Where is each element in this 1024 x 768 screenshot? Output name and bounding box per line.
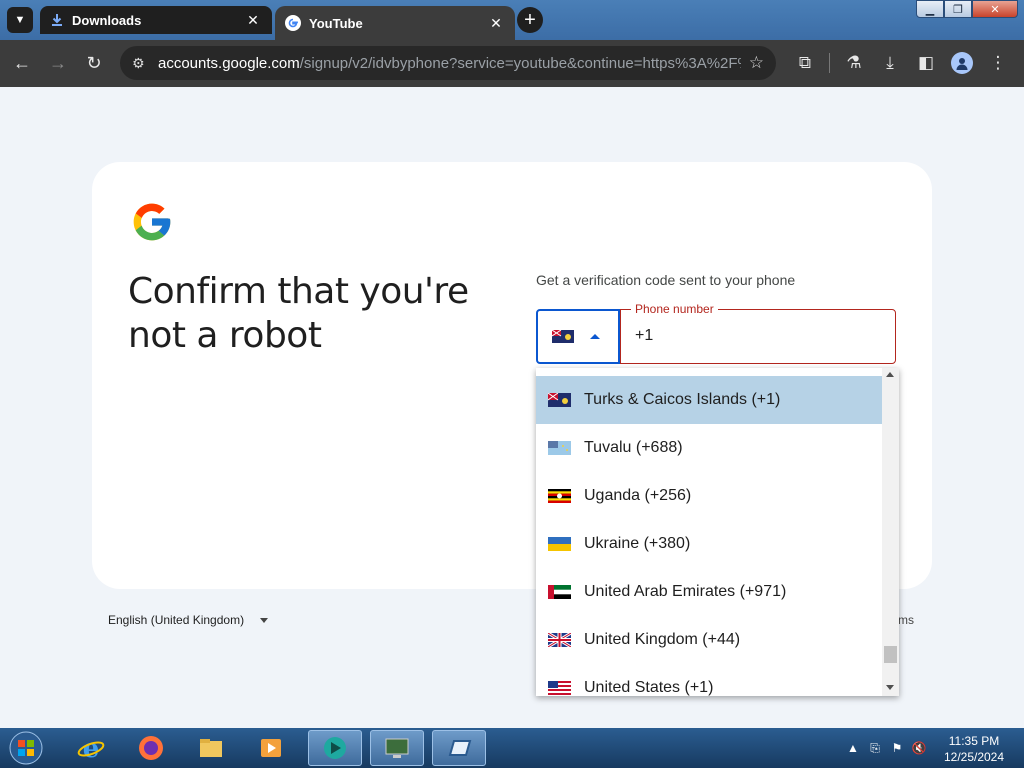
- plus-icon: +: [524, 9, 536, 31]
- close-icon[interactable]: ✕: [244, 11, 262, 29]
- country-option[interactable]: United States (+1): [536, 664, 882, 696]
- tab-title: Downloads: [72, 12, 142, 28]
- firefox-icon[interactable]: [124, 730, 178, 766]
- site-info-icon[interactable]: ⚙: [132, 55, 158, 72]
- url-text[interactable]: accounts.google.com/signup/v2/idvbyphone…: [158, 55, 741, 72]
- blue-window-app-icon[interactable]: [432, 730, 486, 766]
- tab-title: YouTube: [309, 15, 363, 31]
- window-controls: ▁ ❐ ✕: [916, 0, 1018, 20]
- toolbar-divider: [829, 53, 830, 73]
- country-option-label: United Arab Emirates (+971): [584, 583, 787, 600]
- file-explorer-icon[interactable]: [184, 730, 238, 766]
- verification-subtext: Get a verification code sent to your pho…: [536, 272, 796, 288]
- clock-time: 11:35 PM: [948, 734, 1000, 748]
- country-option-label: Tuvalu (+688): [584, 439, 683, 456]
- address-bar[interactable]: ⚙ accounts.google.com/signup/v2/idvbypho…: [120, 46, 776, 80]
- country-code-select[interactable]: [536, 309, 620, 364]
- teal-app-icon[interactable]: [308, 730, 362, 766]
- country-option[interactable]: Ukraine (+380): [536, 520, 882, 568]
- country-option-label: United States (+1): [584, 679, 714, 696]
- country-option-label: Turks & Caicos Islands (+1): [584, 391, 781, 408]
- chevron-down-icon: [260, 617, 269, 623]
- media-player-icon[interactable]: [244, 730, 298, 766]
- chevron-down-icon: ▼: [14, 14, 26, 26]
- tab-youtube[interactable]: YouTube ✕: [275, 6, 515, 40]
- scroll-up-arrow-icon[interactable]: [886, 372, 894, 377]
- uae-flag-icon: [548, 585, 571, 599]
- network-icon[interactable]: ⎘: [864, 741, 886, 756]
- svg-text:e: e: [83, 734, 100, 763]
- footer-link-terms[interactable]: ms: [898, 613, 914, 627]
- system-tray: ▲ ⎘ ⚑ 🔇: [842, 728, 930, 768]
- side-panel-icon[interactable]: ◧: [908, 46, 944, 80]
- phone-number-field[interactable]: Phone number +1: [620, 302, 896, 364]
- downloads-icon[interactable]: ⤓: [872, 46, 908, 80]
- download-icon: [52, 14, 62, 26]
- toolbar-icons: ⧉ ⚗ ⤓ ◧ ⋮: [787, 46, 1016, 80]
- country-dropdown-list[interactable]: Turks & Caicos Islands (+1) Tuvalu (+688…: [536, 368, 899, 696]
- restore-button[interactable]: ❐: [944, 0, 972, 18]
- action-center-flag-icon[interactable]: ⚑: [886, 741, 908, 755]
- google-g-icon: [285, 15, 301, 31]
- turks-caicos-flag-icon: [548, 393, 571, 407]
- country-option-label: Ukraine (+380): [584, 535, 691, 552]
- profile-button[interactable]: [944, 46, 980, 80]
- clock-date: 12/25/2024: [943, 750, 1005, 764]
- reload-icon: ↻: [86, 53, 102, 73]
- arrow-right-icon: →: [49, 53, 67, 73]
- dropdown-scrollbar[interactable]: [882, 368, 899, 696]
- minimize-button[interactable]: ▁: [916, 0, 944, 18]
- menu-kebab-icon[interactable]: ⋮: [980, 46, 1016, 80]
- country-option[interactable]: United Arab Emirates (+971): [536, 568, 882, 616]
- country-option[interactable]: Turks & Caicos Islands (+1): [536, 376, 882, 424]
- volume-muted-icon[interactable]: 🔇: [908, 741, 930, 755]
- bookmark-star-icon[interactable]: ☆: [749, 53, 764, 73]
- extensions-icon[interactable]: ⧉: [787, 46, 823, 80]
- close-icon[interactable]: ✕: [487, 14, 505, 32]
- show-hidden-icons-icon[interactable]: ▲: [842, 741, 864, 755]
- labs-flask-icon[interactable]: ⚗: [836, 46, 872, 80]
- country-option-label: Uganda (+256): [584, 487, 692, 504]
- uk-flag-icon: [548, 633, 571, 647]
- taskbar: e ▲ ⎘ ⚑ 🔇 11:35 PM 12/25/2024: [0, 728, 1024, 768]
- uganda-flag-icon: [548, 489, 571, 503]
- country-option[interactable]: Uganda (+256): [536, 472, 882, 520]
- language-label: English (United Kingdom): [108, 613, 245, 627]
- tab-search-button[interactable]: ▼: [7, 7, 33, 33]
- arrow-left-icon: ←: [13, 53, 31, 73]
- tab-downloads[interactable]: Downloads ✕: [40, 6, 272, 34]
- tuvalu-flag-icon: [548, 441, 571, 455]
- monitor-app-icon[interactable]: [370, 730, 424, 766]
- us-flag-icon: [548, 681, 571, 695]
- windows-logo-icon: [9, 731, 43, 765]
- start-button[interactable]: [4, 729, 48, 767]
- new-tab-button[interactable]: +: [517, 7, 543, 33]
- language-select[interactable]: English (United Kingdom): [108, 613, 269, 627]
- forward-button[interactable]: →: [40, 46, 76, 82]
- country-option[interactable]: Tuvalu (+688): [536, 424, 882, 472]
- turks-caicos-flag-icon: [552, 330, 574, 343]
- window-close-button[interactable]: ✕: [972, 0, 1018, 18]
- back-button[interactable]: ←: [4, 46, 40, 82]
- clock[interactable]: 11:35 PM 12/25/2024: [936, 733, 1012, 765]
- phone-number-input[interactable]: +1: [635, 327, 653, 345]
- tab-strip: ▼ Downloads ✕ YouTube ✕ + ▁ ❐ ✕: [0, 0, 1024, 40]
- country-option-label: United Kingdom (+44): [584, 631, 741, 648]
- scrollbar-thumb[interactable]: [884, 646, 897, 663]
- internet-explorer-icon[interactable]: e: [64, 730, 118, 766]
- avatar-icon: [951, 52, 973, 74]
- page-title: Confirm that you're not a robot: [128, 271, 469, 356]
- browser-toolbar: ← → ↻ ⚙ accounts.google.com/signup/v2/id…: [0, 40, 1024, 87]
- reload-button[interactable]: ↻: [76, 46, 112, 82]
- google-logo-icon: [133, 203, 171, 241]
- ukraine-flag-icon: [548, 537, 571, 551]
- scroll-down-arrow-icon[interactable]: [886, 685, 894, 690]
- country-option[interactable]: United Kingdom (+44): [536, 616, 882, 664]
- caret-up-icon: [590, 334, 600, 339]
- phone-number-label: Phone number: [631, 302, 718, 316]
